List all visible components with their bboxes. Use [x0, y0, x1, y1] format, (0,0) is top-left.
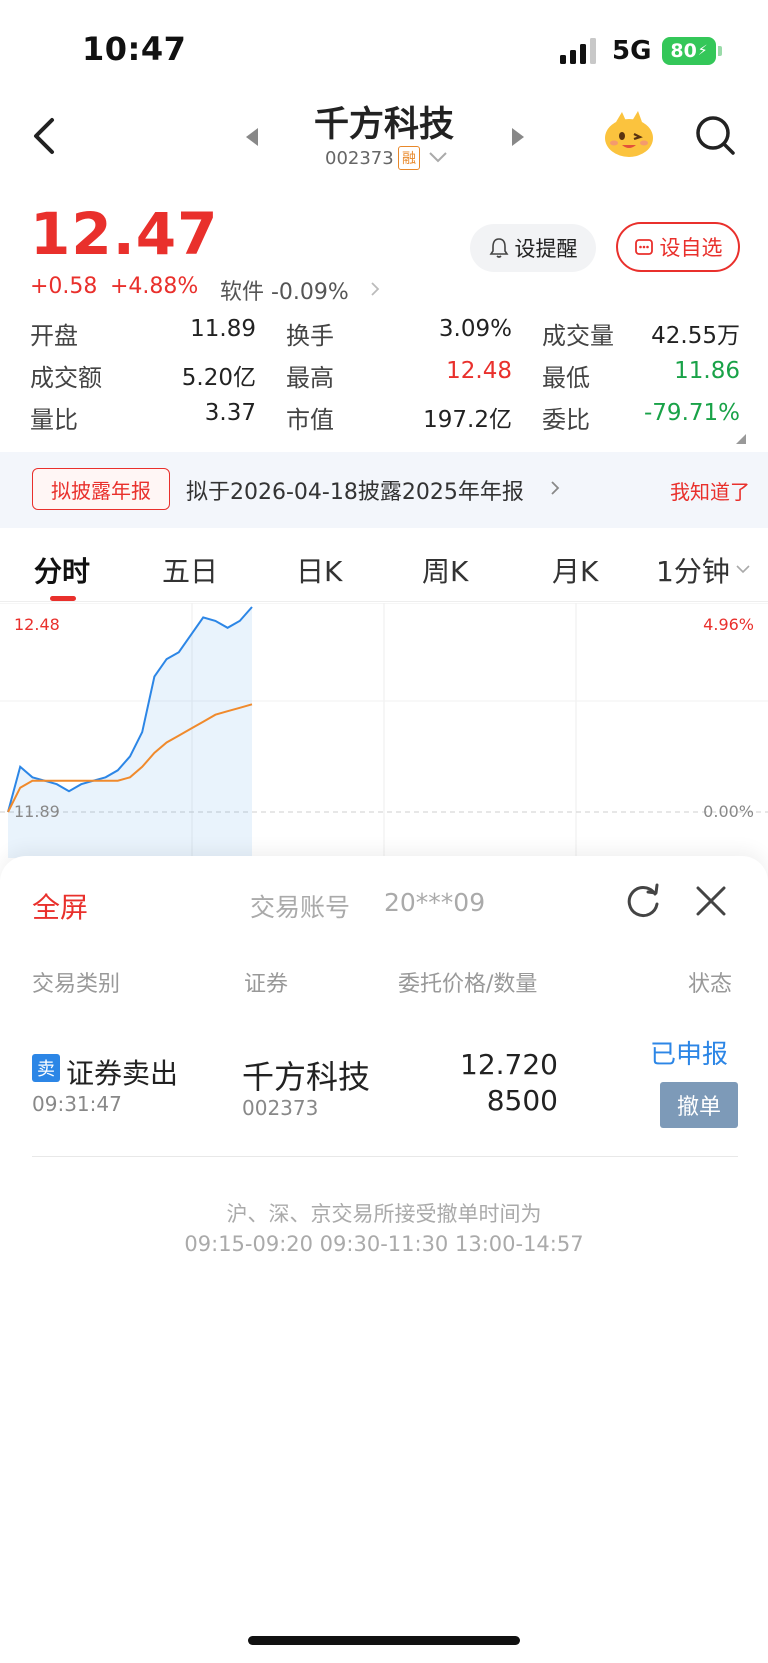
header-security: 证券 [244, 972, 289, 997]
tab-one-minute[interactable]: 1分钟 [656, 550, 730, 590]
stat-label: 成交额 [30, 364, 102, 392]
stat-value: 197.2亿 [423, 407, 512, 433]
margin-badge: 融 [398, 146, 420, 170]
order-quantity: 8500 [486, 1084, 558, 1117]
intraday-chart[interactable]: 12.48 4.96% 11.89 0.00% [0, 602, 768, 858]
stats-row: 成交额 5.20亿 最高 12.48 最低 11.86 [30, 358, 740, 400]
cancel-time-note: 沪、深、京交易所接受撤单时间为 [226, 1202, 542, 1226]
price-change: +0.58 [30, 274, 98, 299]
notice-banner[interactable]: 拟披露年报 拟于2026-04-18披露2025年年报 我知道了 [0, 452, 768, 528]
tab-intraday[interactable]: 分时 [34, 550, 90, 590]
cancel-time-windows: 09:15-09:20 09:30-11:30 13:00-14:57 [184, 1232, 584, 1256]
close-icon[interactable] [694, 884, 728, 918]
stat-value: 5.20亿 [181, 365, 256, 391]
order-security-code: 002373 [242, 1096, 319, 1120]
signal-icon [560, 38, 596, 64]
stat-label: 开盘 [30, 322, 78, 350]
stat-label: 委比 [542, 406, 590, 434]
stat-label: 市值 [286, 406, 334, 434]
battery-level: 80 [670, 40, 697, 62]
account-value: 20***09 [384, 888, 486, 917]
stat-value: 3.37 [204, 400, 256, 426]
refresh-icon[interactable] [624, 882, 662, 920]
sector-link[interactable]: 软件 -0.09% [220, 274, 349, 306]
stat-label: 量比 [30, 406, 78, 434]
quote-stats: 开盘 11.89 换手 3.09% 成交量 42.55万 成交额 5.20亿 最… [30, 316, 740, 442]
set-alert-button[interactable]: 设提醒 [470, 224, 596, 272]
order-type: 证券卖出 [66, 1057, 179, 1090]
battery-tip [718, 46, 722, 56]
y-label-high-pct: 4.96% [703, 615, 754, 634]
search-icon[interactable] [694, 114, 736, 156]
stat-value: -79.71% [644, 400, 740, 426]
battery-icon: 80 ⚡ [662, 37, 716, 65]
fullscreen-button[interactable]: 全屏 [32, 886, 88, 926]
order-status: 已申报 [650, 1040, 729, 1070]
order-security-name: 千方科技 [242, 1058, 371, 1096]
price-change-pct: +4.88% [110, 274, 199, 299]
chart-tabs: 分时 五日 日K 周K 月K 1分钟 [0, 540, 768, 602]
tab-daily-k[interactable]: 日K [296, 550, 342, 590]
stat-value: 11.89 [190, 316, 256, 342]
add-watchlist-label: 设自选 [659, 236, 723, 260]
stats-row: 量比 3.37 市值 197.2亿 委比 -79.71% [30, 400, 740, 442]
stats-row: 开盘 11.89 换手 3.09% 成交量 42.55万 [30, 316, 740, 358]
mascot-icon[interactable] [602, 108, 656, 160]
tab-active-indicator [50, 596, 76, 601]
banner-dismiss-button[interactable]: 我知道了 [670, 476, 750, 505]
tab-monthly-k[interactable]: 月K [552, 550, 598, 590]
header-type: 交易类别 [32, 972, 121, 997]
stat-value: 3.09% [438, 316, 512, 342]
tab-five-day[interactable]: 五日 [162, 550, 218, 590]
network-type: 5G [612, 36, 652, 66]
expand-corner-icon[interactable] [736, 434, 746, 444]
stat-value: 11.86 [674, 358, 740, 384]
status-time: 10:47 [82, 30, 187, 68]
set-alert-label: 设提醒 [514, 237, 578, 261]
stat-label: 最低 [542, 364, 590, 392]
chevron-right-icon [551, 481, 560, 495]
order-time: 09:31:47 [32, 1092, 122, 1116]
header-price-qty: 委托价格/数量 [398, 972, 538, 997]
stat-label: 成交量 [542, 322, 614, 350]
divider [32, 1156, 738, 1157]
stock-name: 千方科技 [313, 105, 454, 145]
y-label-high: 12.48 [14, 615, 60, 634]
sell-badge: 卖 [32, 1054, 60, 1082]
order-price: 12.720 [460, 1048, 558, 1081]
chevron-down-icon[interactable] [428, 150, 448, 164]
y-label-base-pct: 0.00% [703, 802, 754, 821]
banner-tag: 拟披露年报 [32, 468, 170, 510]
chart-canvas [0, 602, 768, 858]
prev-stock-icon[interactable] [244, 126, 260, 148]
stat-value: 12.48 [446, 358, 512, 384]
chevron-down-icon[interactable] [736, 564, 750, 574]
stock-code: 002373 [325, 148, 394, 169]
account-label: 交易账号 [250, 893, 351, 922]
order-sheet: 全屏 交易账号 20***09 交易类别 证券 委托价格/数量 状态 卖 证券卖… [0, 856, 768, 1663]
stat-label: 最高 [286, 364, 334, 392]
add-watchlist-button[interactable]: 设自选 [616, 222, 740, 272]
cancel-order-button[interactable]: 撤单 [660, 1082, 738, 1128]
y-label-base: 11.89 [14, 802, 60, 821]
next-stock-icon[interactable] [510, 126, 526, 148]
home-indicator[interactable] [248, 1636, 520, 1645]
tab-weekly-k[interactable]: 周K [422, 550, 468, 590]
header-status: 状态 [688, 972, 733, 997]
banner-text[interactable]: 拟于2026-04-18披露2025年年报 [186, 474, 524, 506]
back-arrow-icon[interactable] [26, 114, 66, 158]
current-price: 12.47 [30, 200, 219, 268]
chevron-right-icon [371, 282, 380, 296]
stat-value: 42.55万 [651, 323, 740, 349]
status-bar: 10:47 5G 80 ⚡ [0, 0, 768, 90]
stat-label: 换手 [286, 322, 334, 350]
bell-icon [489, 238, 508, 258]
watchlist-icon [634, 239, 653, 255]
